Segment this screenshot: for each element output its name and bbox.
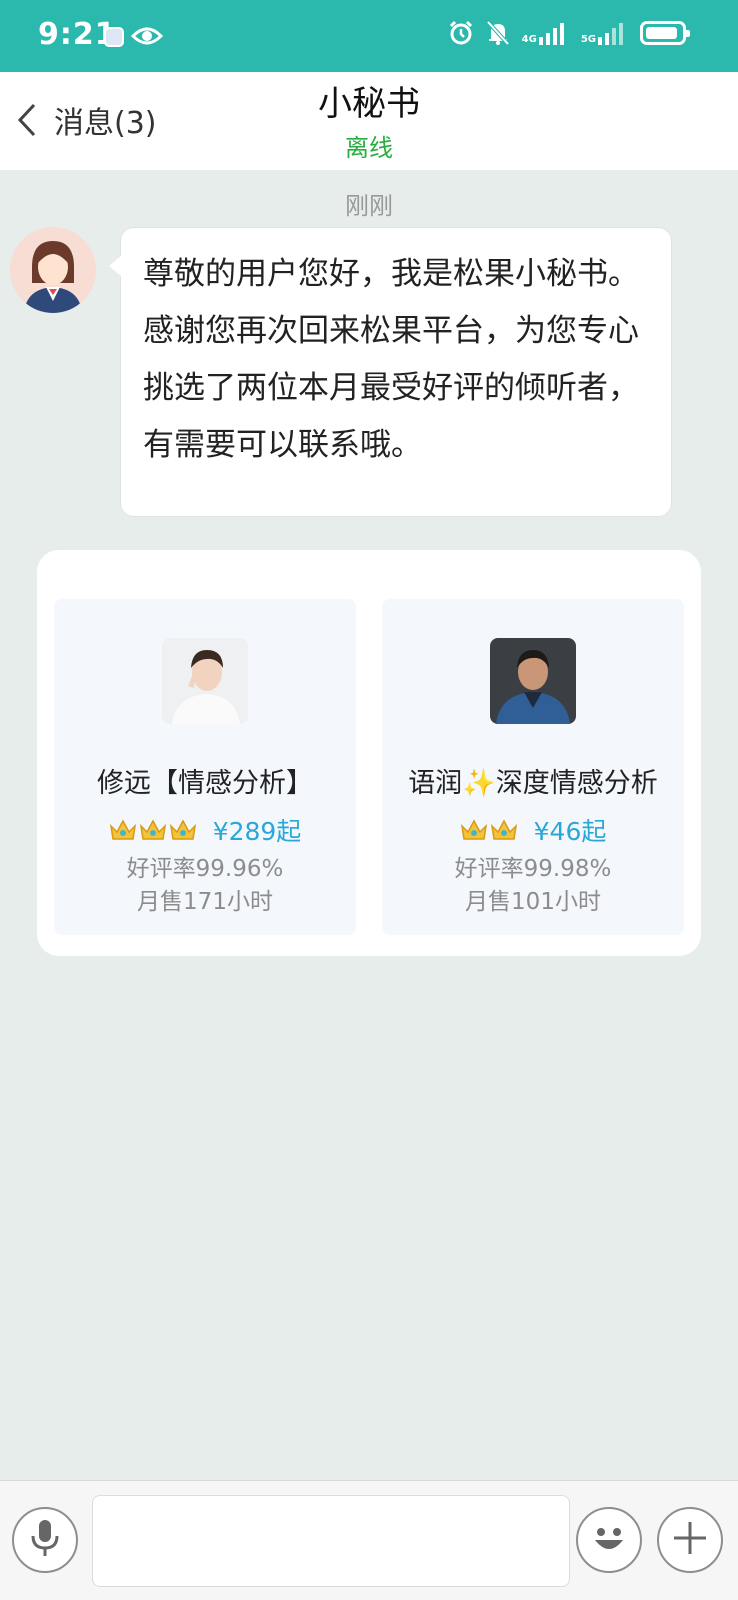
message-bubble[interactable]: 尊敬的用户您好，我是松果小秘书。感谢您再次回来松果平台，为您专心挑选了两位本月最… [109, 227, 672, 517]
battery-icon [640, 21, 690, 45]
crown-rating [460, 818, 518, 842]
secretary-avatar[interactable] [10, 227, 96, 313]
crown-icon [490, 818, 518, 842]
listener-sales: 月售171小时 [137, 889, 273, 915]
listener-name: 修远【情感分析】 [97, 768, 313, 799]
microphone-icon [29, 1518, 61, 1562]
crown-icon [169, 818, 197, 842]
chat-title: 小秘书 [318, 84, 420, 124]
more-button[interactable] [657, 1507, 723, 1573]
listener-photo [490, 638, 576, 724]
listener-card[interactable]: 语润✨深度情感分析 ¥46起 好评率99.98% 月售101小时 [382, 599, 684, 935]
app-icon [104, 27, 124, 47]
signal-5g-icon: 5G [581, 21, 628, 45]
eye-icon [130, 24, 164, 52]
recommendation-card: 修远【情感分析】 ¥289起 好评率99.96% 月售171小时 语润✨深度情感… [37, 550, 701, 956]
crown-icon [460, 818, 488, 842]
listener-name: 语润✨深度情感分析 [408, 768, 658, 799]
listener-photo [162, 638, 248, 724]
message-text: 尊敬的用户您好，我是松果小秘书。感谢您再次回来松果平台，为您专心挑选了两位本月最… [143, 256, 639, 463]
emoji-icon [587, 1516, 631, 1564]
price-row: ¥46起 [382, 812, 684, 848]
message-input[interactable] [92, 1495, 570, 1587]
listener-price: ¥289起 [212, 817, 302, 846]
message-timestamp: 刚刚 [345, 192, 393, 220]
listener-price: ¥46起 [533, 817, 607, 846]
listener-rating: 好评率99.98% [454, 856, 612, 882]
network-label-4g: 4G [521, 34, 537, 45]
listener-sales: 月售101小时 [465, 889, 601, 915]
battery-fill [646, 27, 677, 39]
online-status: 离线 [345, 134, 393, 162]
price-row: ¥289起 [54, 812, 356, 848]
mute-bell-icon [486, 20, 510, 46]
network-label-5g: 5G [580, 34, 596, 45]
listener-card[interactable]: 修远【情感分析】 ¥289起 好评率99.96% 月售171小时 [54, 599, 356, 935]
listener-rating: 好评率99.96% [126, 856, 284, 882]
voice-button[interactable] [12, 1507, 78, 1573]
crown-icon [109, 818, 137, 842]
emoji-button[interactable] [576, 1507, 642, 1573]
alarm-icon [448, 20, 474, 46]
crown-icon [139, 818, 167, 842]
crown-rating [109, 818, 197, 842]
chat-header: 消息(3) 小秘书 离线 [0, 72, 738, 170]
plus-icon [672, 1520, 708, 1560]
signal-4g-icon: 4G [522, 21, 569, 45]
status-bar: 9:21 4G 5G [0, 0, 738, 72]
input-bar [0, 1480, 738, 1600]
